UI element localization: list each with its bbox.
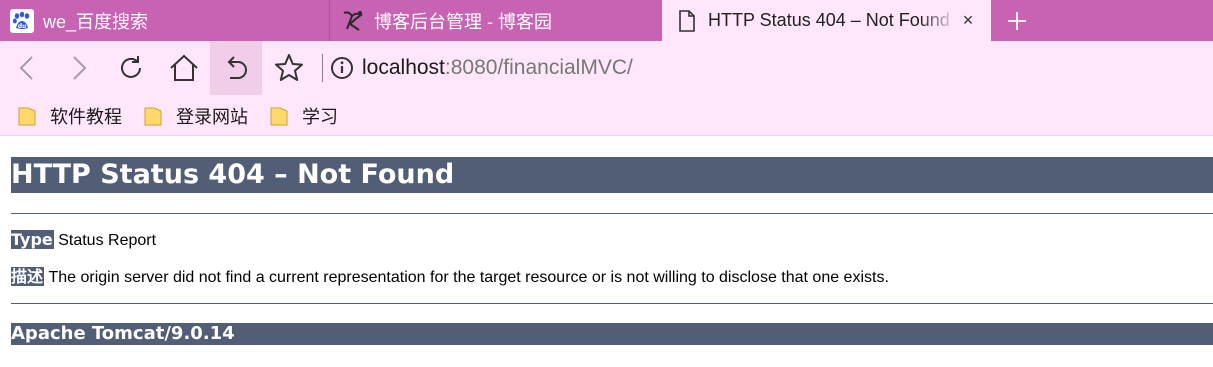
description-value: The origin server did not find a current… — [48, 269, 889, 286]
bookmark-star-button[interactable] — [263, 41, 315, 95]
navigation-toolbar: localhost:8080/financialMVC/ — [0, 41, 1213, 95]
undo-close-tab-button[interactable] — [210, 41, 262, 95]
close-tab-icon[interactable]: × — [957, 10, 979, 32]
type-line: Type Status Report — [11, 230, 156, 251]
tab-title: we_百度搜索 — [43, 11, 149, 32]
page-content: HTTP Status 404 – Not Found Type Status … — [0, 137, 1213, 367]
type-label: Type — [11, 230, 54, 249]
bookmark-folder-login-sites[interactable]: 登录网站 — [144, 95, 248, 136]
bookmark-label: 软件教程 — [50, 106, 122, 127]
url-path: :8080/financialMVC/ — [444, 56, 633, 79]
back-button[interactable] — [1, 41, 53, 95]
bookmark-label: 登录网站 — [176, 106, 248, 127]
bookmarks-bar: 软件教程 登录网站 学习 — [0, 95, 1213, 136]
tab-strip: du we_百度搜索 博客后台管理 - 博客园 HTTP Status 404 … — [0, 0, 1213, 41]
undo-icon — [227, 56, 247, 79]
address-bar-divider — [322, 54, 323, 82]
tab-baidu-search[interactable]: du we_百度搜索 — [0, 0, 330, 41]
bookmark-folder-study[interactable]: 学习 — [270, 95, 338, 136]
tab-cnblogs-admin[interactable]: 博客后台管理 - 博客园 — [331, 0, 661, 41]
refresh-button[interactable] — [105, 41, 157, 95]
tab-title: HTTP Status 404 – Not Found — [708, 10, 950, 30]
tab-http-404[interactable]: HTTP Status 404 – Not Found × — [662, 0, 991, 41]
home-icon — [170, 54, 198, 81]
bookmark-folder-software-tutorials[interactable]: 软件教程 — [18, 95, 122, 136]
description-label: 描述 — [11, 267, 45, 286]
address-bar-url[interactable]: localhost:8080/financialMVC/ — [362, 54, 633, 82]
divider — [11, 303, 1213, 304]
baidu-paw-icon: du — [9, 8, 35, 34]
folder-icon — [270, 107, 288, 125]
svg-text:du: du — [18, 23, 27, 30]
page-title: HTTP Status 404 – Not Found — [11, 157, 1213, 193]
document-icon — [674, 8, 700, 34]
refresh-icon — [121, 56, 141, 78]
plus-icon — [1008, 11, 1026, 30]
bookmark-label: 学习 — [302, 106, 338, 127]
cnblogs-icon — [340, 8, 366, 34]
star-icon — [275, 54, 303, 81]
description-line: 描述 The origin server did not find a curr… — [11, 267, 889, 288]
server-footer: Apache Tomcat/9.0.14 — [11, 323, 1213, 345]
divider — [11, 213, 1213, 214]
url-host: localhost — [362, 56, 445, 79]
back-arrow-icon — [19, 56, 33, 80]
forward-arrow-icon — [73, 56, 87, 80]
tab-title: 博客后台管理 - 博客园 — [374, 11, 552, 32]
folder-icon — [18, 107, 36, 125]
folder-icon — [144, 107, 162, 125]
home-button[interactable] — [158, 41, 210, 95]
forward-button[interactable] — [53, 41, 105, 95]
new-tab-button[interactable] — [1000, 0, 1034, 41]
site-info-icon[interactable] — [330, 56, 354, 80]
type-value: Status Report — [58, 232, 157, 249]
